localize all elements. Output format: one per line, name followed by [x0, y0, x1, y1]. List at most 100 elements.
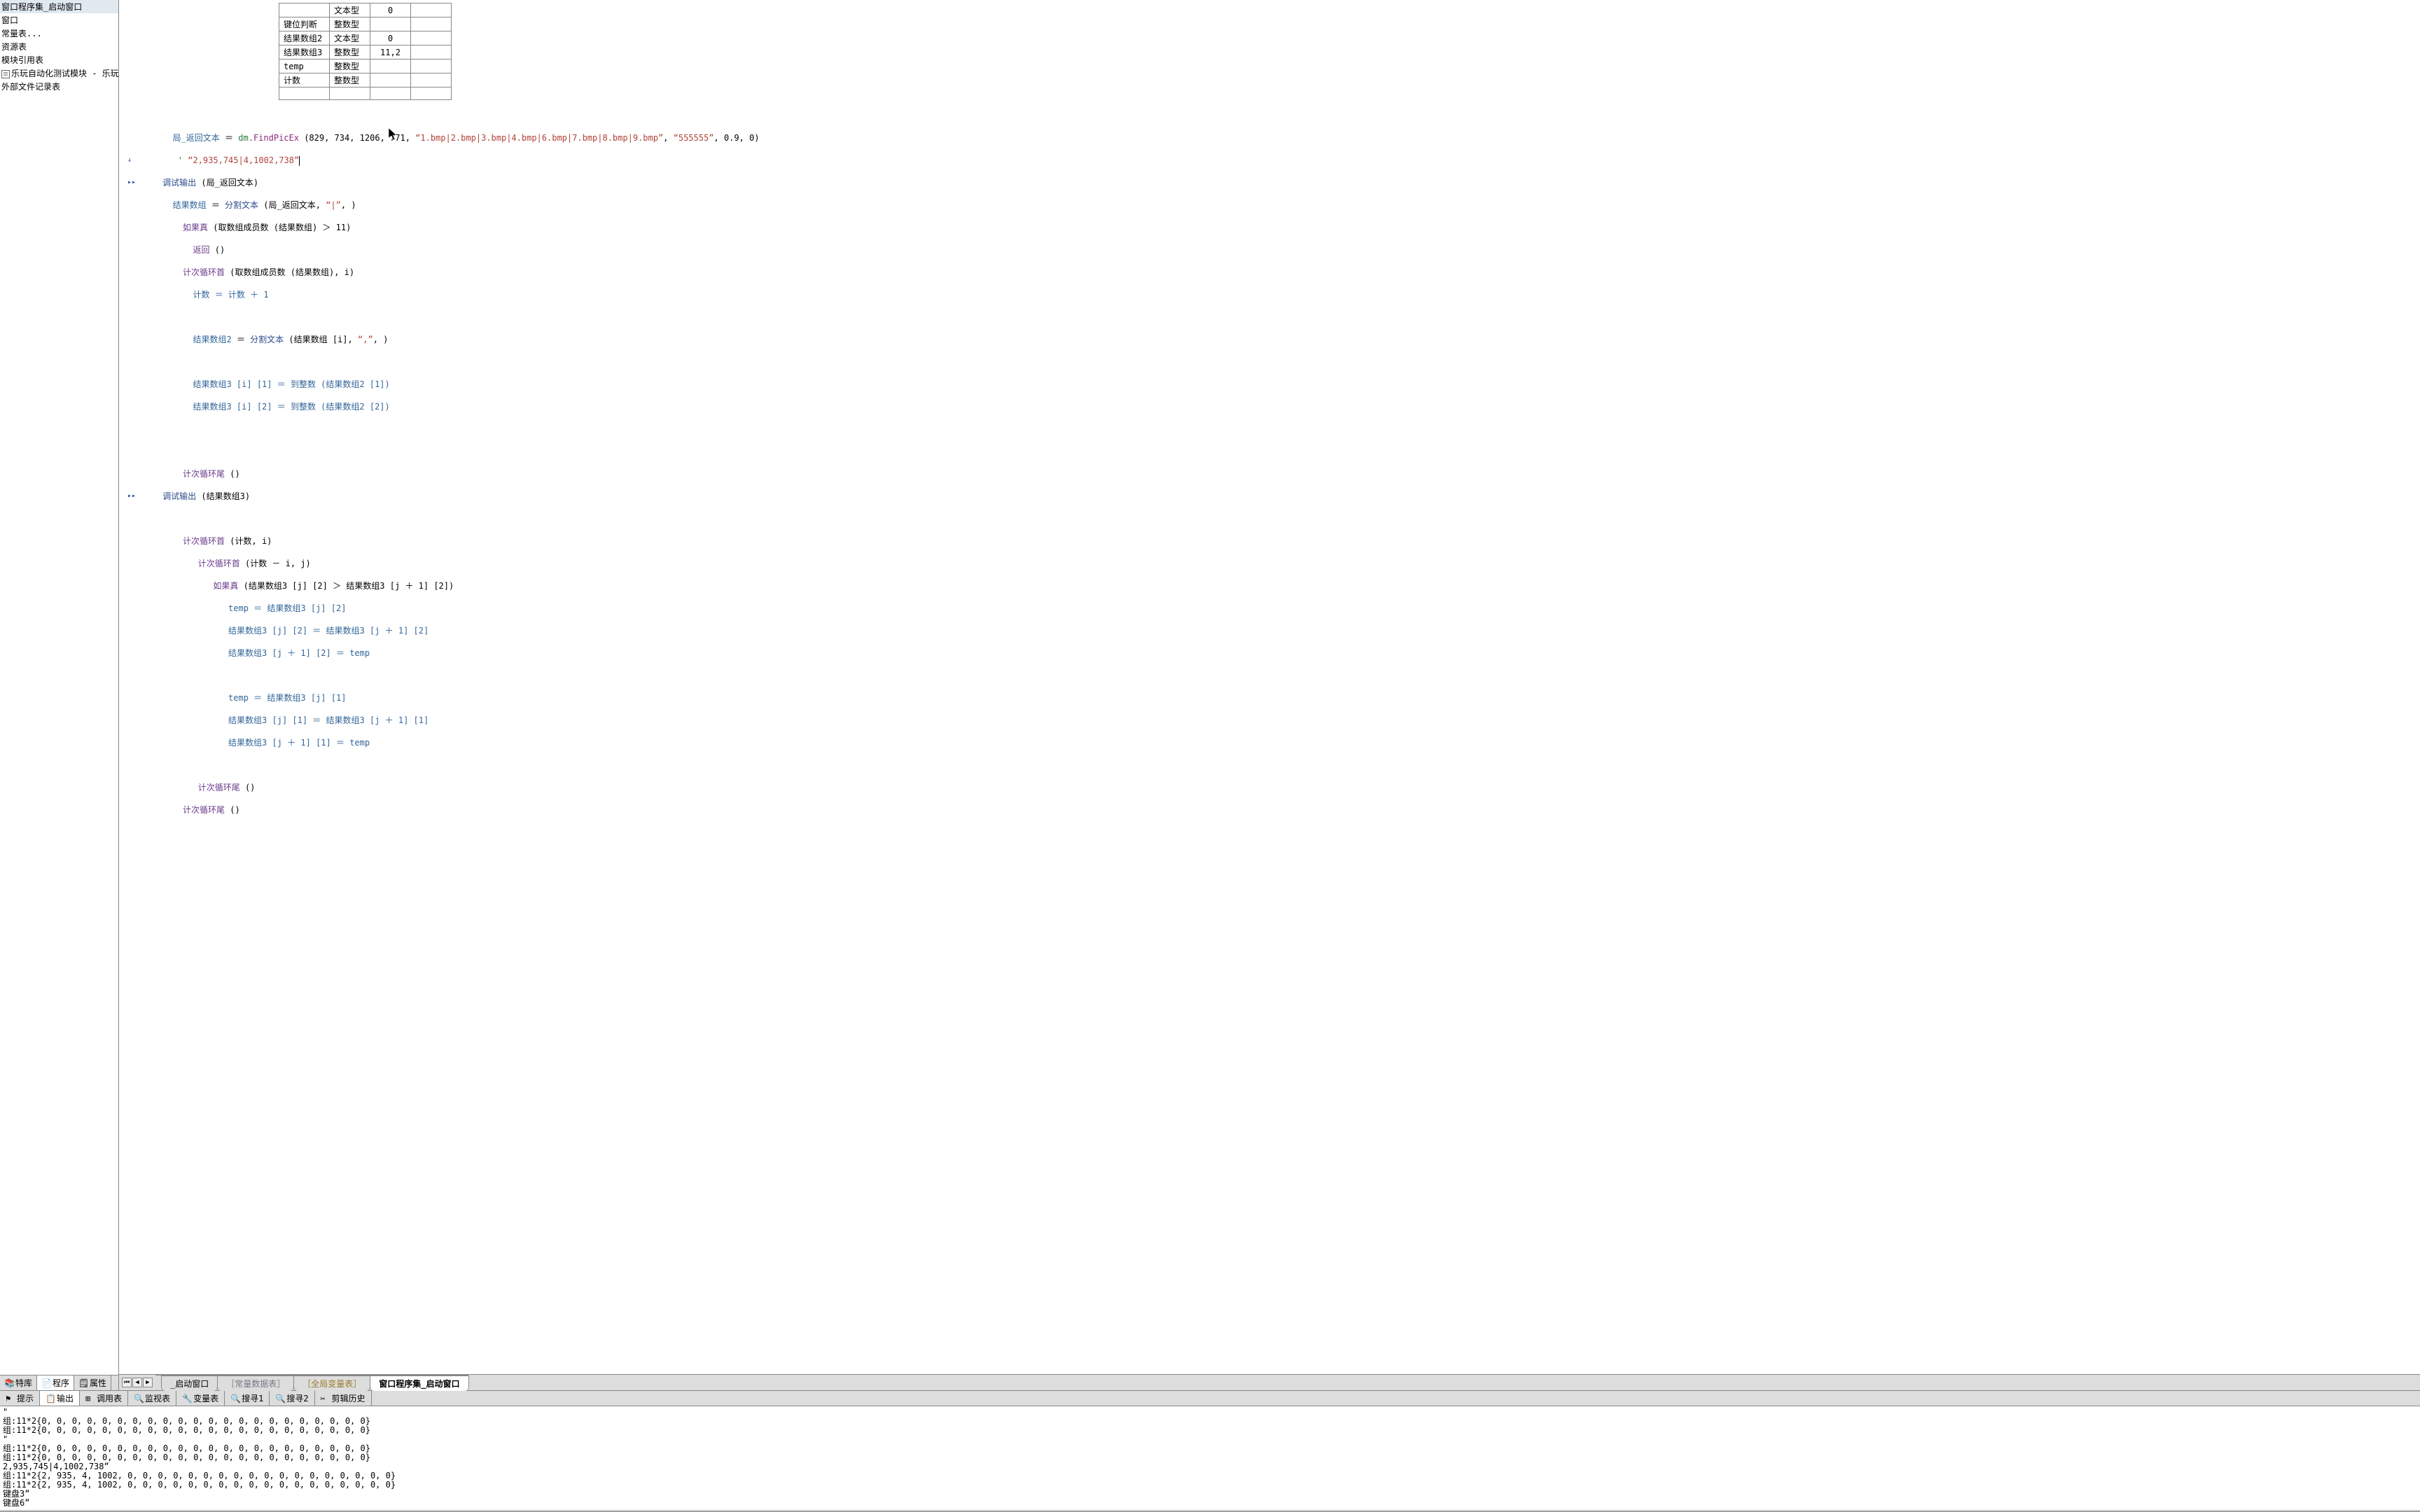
tree-item[interactable]: 常量表... — [0, 27, 118, 40]
table-cell[interactable] — [411, 18, 452, 31]
table-row[interactable]: 结果数组3整数型11,2 — [279, 46, 452, 59]
table-cell[interactable]: 整数型 — [330, 74, 370, 88]
tree-item-label: 窗口程序集_启动窗口 — [1, 2, 82, 12]
table-row[interactable]: 计数整数型 — [279, 74, 452, 88]
breakpoint-marker[interactable]: ▸▸ — [127, 491, 136, 502]
variable-table[interactable]: 文本型0键位判断整数型结果数组2文本型0结果数组3整数型11,2temp整数型计… — [279, 3, 452, 100]
output-line: 组:11*2{0, 0, 0, 0, 0, 0, 0, 0, 0, 0, 0, … — [3, 1453, 2417, 1462]
table-cell[interactable]: 整数型 — [330, 59, 370, 74]
table-cell[interactable] — [370, 74, 411, 88]
table-row[interactable]: 键位判断整数型 — [279, 18, 452, 31]
table-cell[interactable] — [411, 74, 452, 88]
tree-item-label: 乐玩自动化测试模块 - 乐玩模 — [11, 69, 119, 78]
tree-item[interactable]: 外部文件记录表 — [0, 80, 118, 93]
lib-icon: 📚 — [4, 1378, 14, 1388]
table-cell[interactable]: 整数型 — [330, 46, 370, 59]
tree-item-label: 模块引用表 — [1, 55, 43, 65]
tree-item-label: 常量表... — [1, 29, 42, 38]
editor-area: 文本型0键位判断整数型结果数组2文本型0结果数组3整数型11,2temp整数型计… — [119, 0, 2420, 1390]
editor-tab[interactable]: ［全局变量表］ — [293, 1376, 370, 1391]
table-cell[interactable]: 计数 — [279, 74, 330, 88]
bottom-tab-搜寻1[interactable]: 🔍搜寻1 — [225, 1391, 270, 1406]
tab-icon: ⚑ — [6, 1394, 15, 1404]
table-cell[interactable]: 键位判断 — [279, 18, 330, 31]
table-row[interactable]: temp整数型 — [279, 59, 452, 74]
editor-tab-label: ［常量数据表］ — [226, 1379, 285, 1389]
sidebar-tab-label: 属性 — [90, 1377, 106, 1389]
tree-item[interactable]: 窗口 — [0, 13, 118, 27]
table-cell[interactable]: 0 — [370, 4, 411, 18]
output-body[interactable]: "组:11*2{0, 0, 0, 0, 0, 0, 0, 0, 0, 0, 0,… — [0, 1406, 2420, 1509]
document-icon — [1, 70, 10, 78]
editor-tab-label: ［全局变量表］ — [302, 1379, 361, 1389]
tab-icon: 🔧 — [182, 1394, 192, 1404]
bottom-tab-输出[interactable]: 📋输出 — [40, 1391, 80, 1406]
table-cell[interactable]: 整数型 — [330, 18, 370, 31]
tree-item-label: 窗口 — [1, 15, 18, 25]
sidebar-tabs: 📚 特库 📄 程序 🗒 属性 — [0, 1375, 118, 1390]
tree-item[interactable]: 窗口程序集_启动窗口 — [0, 0, 118, 13]
bottom-tab-label: 输出 — [57, 1392, 74, 1404]
bottom-tab-label: 搜寻2 — [286, 1392, 308, 1404]
breakpoint-marker[interactable]: ▸▸ — [127, 177, 136, 188]
bottom-tab-调用表[interactable]: ⊞调用表 — [80, 1391, 128, 1406]
sidebar-tab-program[interactable]: 📄 程序 — [37, 1376, 74, 1390]
editor-tab[interactable]: ［常量数据表］ — [217, 1376, 294, 1391]
table-cell[interactable]: 11,2 — [370, 46, 411, 59]
program-icon: 📄 — [41, 1378, 51, 1388]
editor-tab[interactable]: _启动窗口 — [161, 1376, 218, 1391]
sidebar-tab-label: 程序 — [53, 1377, 69, 1389]
arrow-marker: ↓ — [127, 155, 132, 166]
bottom-tab-提示[interactable]: ⚑提示 — [0, 1391, 40, 1406]
tab-icon: ⊞ — [85, 1394, 95, 1404]
table-cell[interactable]: 结果数组3 — [279, 46, 330, 59]
sidebar-tab-lib[interactable]: 📚 特库 — [0, 1376, 37, 1390]
sidebar-tab-props[interactable]: 🗒 属性 — [74, 1376, 111, 1390]
table-cell[interactable] — [411, 31, 452, 46]
tab-icon: 📋 — [46, 1394, 55, 1404]
tree-item[interactable]: 模块引用表 — [0, 53, 118, 66]
bottom-tabs: ⚑提示📋输出⊞调用表🔍监视表🔧变量表🔍搜寻1🔍搜寻2✂剪辑历史 — [0, 1391, 2420, 1406]
table-cell[interactable]: 文本型 — [330, 31, 370, 46]
table-cell[interactable]: 0 — [370, 31, 411, 46]
scroll-next-button[interactable]: ▶ — [143, 1378, 153, 1387]
output-panel: ⚑提示📋输出⊞调用表🔍监视表🔧变量表🔍搜寻1🔍搜寻2✂剪辑历史 "组:11*2{… — [0, 1390, 2420, 1509]
resize-handle[interactable] — [0, 1509, 2420, 1512]
table-cell[interactable]: 结果数组2 — [279, 31, 330, 46]
tree-item-label: 外部文件记录表 — [1, 82, 60, 92]
bottom-tab-label: 监视表 — [145, 1392, 170, 1404]
editor-tab-label: 窗口程序集_启动窗口 — [379, 1379, 459, 1389]
table-cell[interactable] — [370, 59, 411, 74]
editor-tab-label: _启动窗口 — [170, 1379, 209, 1389]
bottom-tab-搜寻2[interactable]: 🔍搜寻2 — [270, 1391, 314, 1406]
table-row[interactable]: 文本型0 — [279, 4, 452, 18]
tree-item[interactable]: 资源表 — [0, 40, 118, 53]
table-cell[interactable] — [370, 18, 411, 31]
output-line: 键盘3” — [3, 1490, 2417, 1499]
table-cell[interactable]: 文本型 — [330, 4, 370, 18]
table-cell[interactable] — [411, 59, 452, 74]
bottom-tab-变量表[interactable]: 🔧变量表 — [176, 1391, 225, 1406]
bottom-tab-剪辑历史[interactable]: ✂剪辑历史 — [315, 1391, 372, 1406]
code-editor[interactable]: 文本型0键位判断整数型结果数组2文本型0结果数组3整数型11,2temp整数型计… — [119, 0, 2420, 1374]
tab-icon: 🔍 — [230, 1394, 240, 1404]
code-body[interactable]: 局_返回文本 ＝ dm.FindPicEx (829, 734, 1206, 7… — [125, 121, 2420, 838]
tree-item[interactable]: 乐玩自动化测试模块 - 乐玩模 — [0, 66, 118, 80]
table-cell[interactable] — [411, 4, 452, 18]
editor-scroll-controls: ⏮ ◀ ▶ — [119, 1378, 155, 1387]
table-cell[interactable] — [411, 46, 452, 59]
tab-icon: 🔍 — [134, 1394, 144, 1404]
scroll-prev-button[interactable]: ◀ — [132, 1378, 142, 1387]
output-line: 组:11*2{2, 935, 4, 1002, 0, 0, 0, 0, 0, 0… — [3, 1480, 2417, 1490]
tree-item-label: 资源表 — [1, 42, 27, 52]
table-cell[interactable] — [279, 4, 330, 18]
table-cell[interactable]: temp — [279, 59, 330, 74]
editor-tab[interactable]: 窗口程序集_启动窗口 — [370, 1376, 468, 1391]
table-row[interactable]: 结果数组2文本型0 — [279, 31, 452, 46]
bottom-tab-label: 调用表 — [97, 1392, 122, 1404]
bottom-tab-label: 变量表 — [193, 1392, 218, 1404]
bottom-tab-监视表[interactable]: 🔍监视表 — [128, 1391, 176, 1406]
bottom-tab-label: 提示 — [17, 1392, 34, 1404]
tab-icon: 🔍 — [275, 1394, 285, 1404]
scroll-first-button[interactable]: ⏮ — [122, 1378, 132, 1387]
